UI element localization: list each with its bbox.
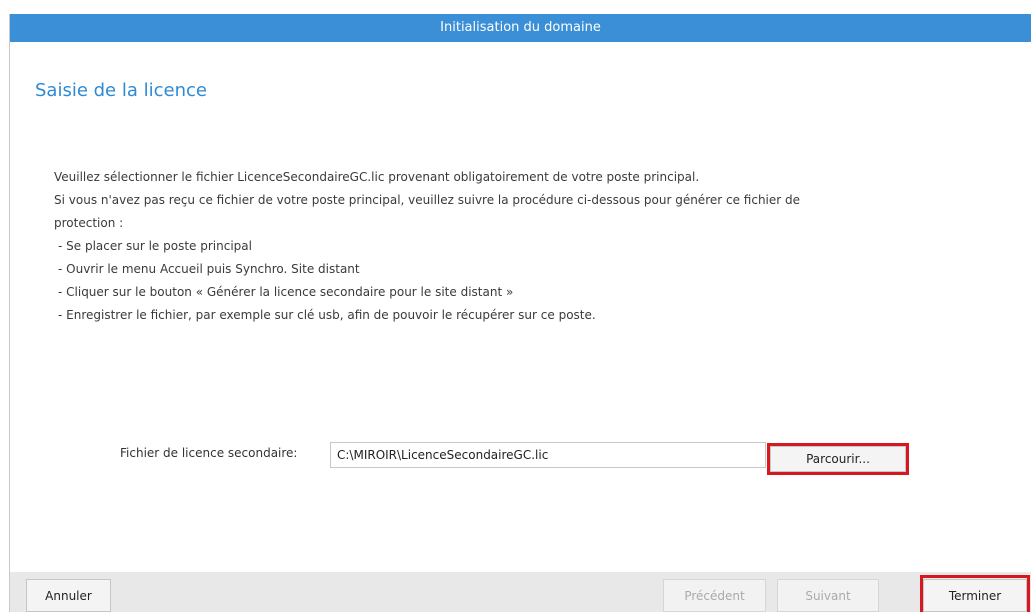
window-title-bar: Initialisation du domaine <box>10 14 1031 42</box>
license-file-input[interactable]: C:\MIROIR\LicenceSecondaireGC.lic <box>330 442 766 468</box>
instruction-line: protection : <box>54 216 124 230</box>
license-file-label: Fichier de licence secondaire: <box>120 446 298 460</box>
instruction-line: Si vous n'avez pas reçu ce fichier de vo… <box>54 193 801 207</box>
window-title: Initialisation du domaine <box>440 20 601 35</box>
instruction-step: - Ouvrir le menu Accueil puis Synchro. S… <box>58 262 360 276</box>
finish-button[interactable]: Terminer <box>923 579 1027 612</box>
next-button[interactable]: Suivant <box>777 579 879 612</box>
instruction-step: - Cliquer sur le bouton « Générer la lic… <box>58 285 514 299</box>
instruction-line: Veuillez sélectionner le fichier Licence… <box>54 170 700 184</box>
license-wizard-window: Initialisation du domaine Saisie de la l… <box>9 14 1031 612</box>
previous-button[interactable]: Précédent <box>663 579 766 612</box>
license-file-row: Fichier de licence secondaire: C:\MIROIR… <box>10 439 1031 475</box>
browse-button[interactable]: Parcourir... <box>770 446 906 472</box>
instruction-step: - Se placer sur le poste principal <box>58 239 252 253</box>
wizard-footer: Annuler Précédent Suivant Terminer <box>10 572 1031 612</box>
instructions-text: Veuillez sélectionner le fichier Licence… <box>54 166 994 327</box>
cancel-button[interactable]: Annuler <box>26 579 111 612</box>
section-title: Saisie de la licence <box>35 80 207 101</box>
instruction-step: - Enregistrer le fichier, par exemple su… <box>58 308 596 322</box>
